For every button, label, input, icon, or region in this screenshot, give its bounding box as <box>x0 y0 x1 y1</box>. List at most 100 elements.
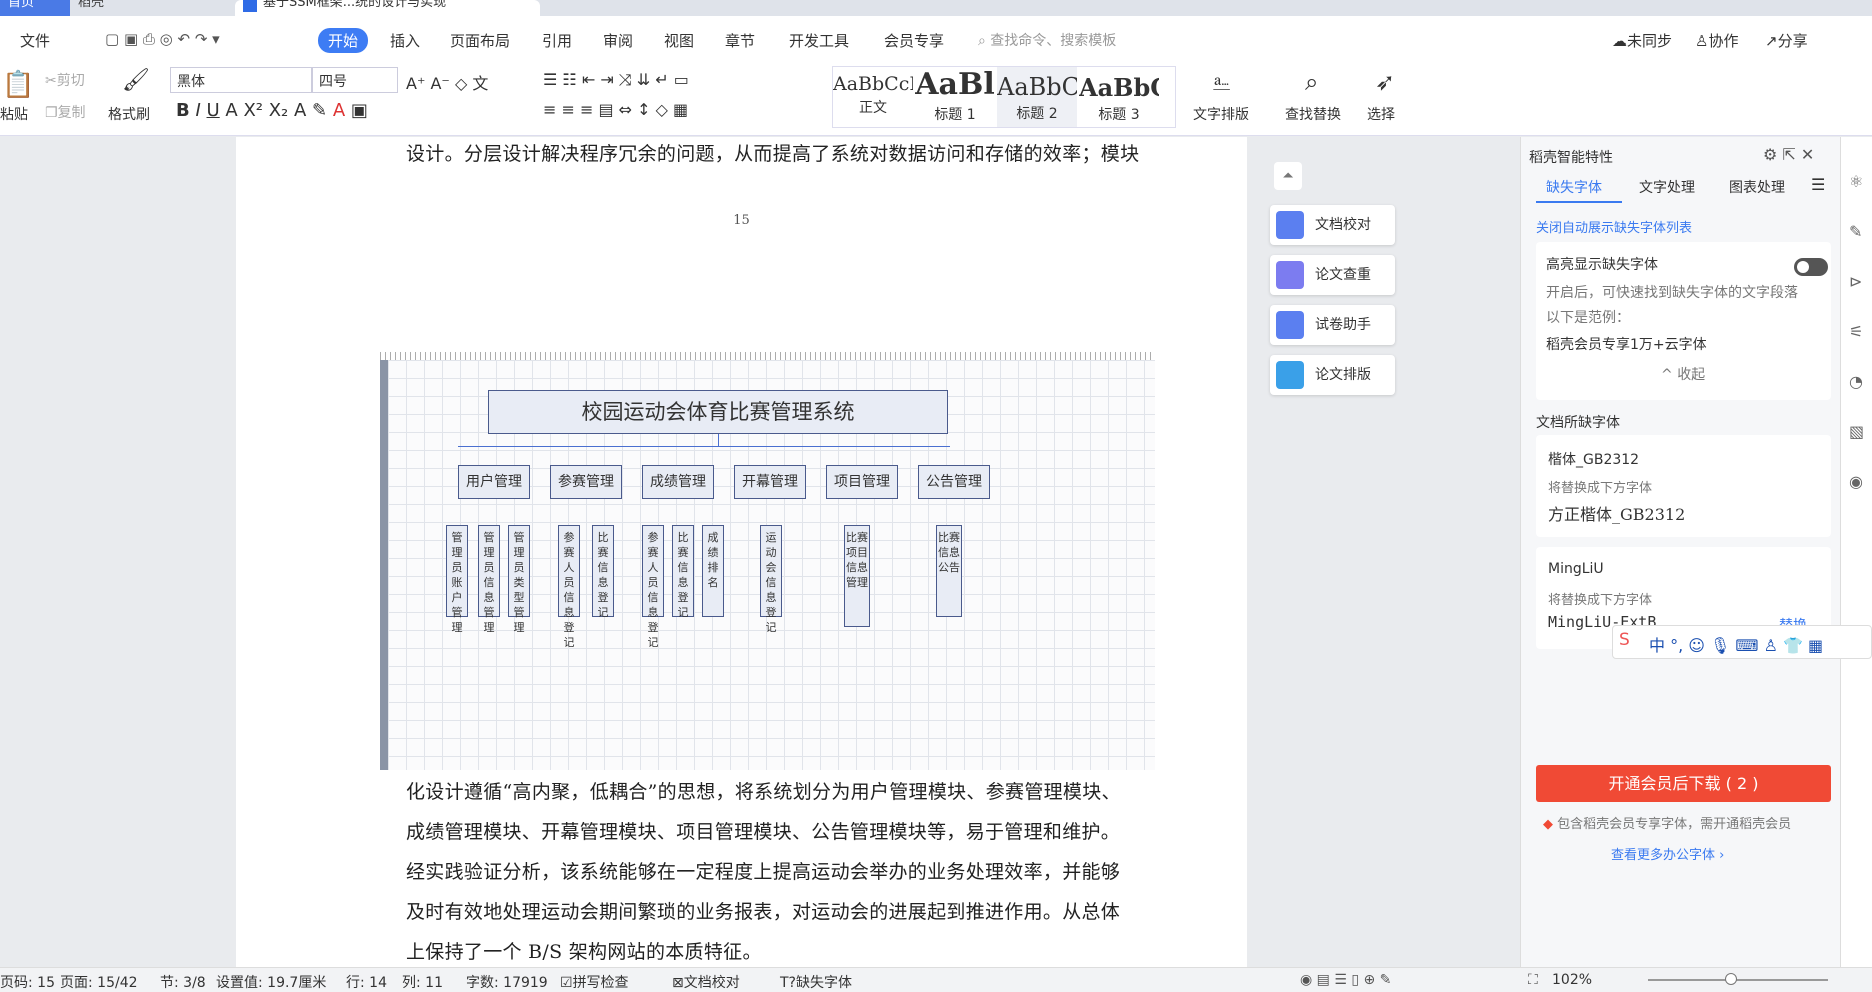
style-gallery: AaBbCcI 正文 AaBl 标题 1 AaBbC 标题 2 AaBbC 标题 3 <box>832 66 1176 128</box>
format-painter[interactable]: 格式刷 <box>108 104 150 124</box>
more-fonts-link[interactable]: 查看更多办公字体 › <box>1611 844 1724 863</box>
leaf-box[interactable]: 比赛信息公告 <box>936 525 962 617</box>
style-h2[interactable]: AaBbC 标题 2 <box>997 67 1077 127</box>
status-words[interactable]: 字数: 17919 <box>466 972 548 992</box>
menu-vip[interactable]: 会员专享 <box>884 30 944 51</box>
menu-layout[interactable]: 页面布局 <box>450 30 510 51</box>
menu-insert[interactable]: 插入 <box>390 30 420 51</box>
chevron-right-icon: › <box>1715 848 1725 863</box>
share-button[interactable]: ↗分享 <box>1765 30 1808 51</box>
search-command[interactable]: ⌕ 查找命令、搜索模板 <box>978 30 1116 50</box>
collapse-button[interactable]: ^ 收起 <box>1661 364 1705 384</box>
paste-button[interactable]: 粘贴 <box>0 104 28 124</box>
leaf-box[interactable]: 比赛信息登记 <box>592 525 614 619</box>
panel-title[interactable]: 稻壳智能特性 <box>1529 147 1613 167</box>
sidebar-icons[interactable]: ⚛ ✎ ⊳ ⚟ ◔ ▧ ◉ <box>1849 157 1864 507</box>
panel-window-icons[interactable]: ⚙ ⇱ ✕ <box>1763 145 1814 164</box>
menu-review[interactable]: 审阅 <box>603 30 633 51</box>
style-h1[interactable]: AaBl 标题 1 <box>915 67 995 127</box>
module-notice[interactable]: 公告管理 <box>918 465 990 499</box>
ime-tools[interactable]: 中 °, ☺ 🎙 ⌨ ♙ 👕 ▦ <box>1649 632 1823 656</box>
status-missing[interactable]: T?缺失字体 <box>780 972 852 992</box>
missing-label: 缺失字体 <box>795 975 852 991</box>
tab-document[interactable]: 基于SSM框架...统的设计与实现 <box>235 0 540 16</box>
tool-format[interactable]: 论文排版 <box>1270 355 1395 395</box>
paragraph-line: 设计。分层设计解决程序冗余的问题，从而提高了系统对数据访问和存储的效率；模块 <box>406 143 1140 165</box>
align-tools[interactable]: ≡ ≡ ≡ ▤ ⇔ ↕ ◇ ▦ <box>543 100 688 119</box>
module-score[interactable]: 成绩管理 <box>642 465 714 499</box>
unsync-button[interactable]: ☁未同步 <box>1612 30 1672 51</box>
tool-proofread[interactable]: 文档校对 <box>1270 205 1395 245</box>
cut-button[interactable]: ✂剪切 <box>45 70 85 90</box>
module-opening[interactable]: 开幕管理 <box>734 465 806 499</box>
close-auto-link[interactable]: 关闭自动展示缺失字体列表 <box>1536 217 1692 236</box>
menu-chapter[interactable]: 章节 <box>725 30 755 51</box>
style-h3[interactable]: AaBbC 标题 3 <box>1079 67 1159 127</box>
brush-icon[interactable]: 🖌 <box>122 68 150 93</box>
collab-button[interactable]: ♙协作 <box>1695 30 1738 51</box>
leaf-box[interactable]: 参赛人员信息登记 <box>642 525 664 649</box>
plagiarism-icon <box>1276 261 1304 289</box>
leaf-box[interactable]: 比赛信息登记 <box>672 525 694 619</box>
panel-tab-missing[interactable]: 缺失字体 <box>1546 177 1602 197</box>
leaf-box[interactable]: 比赛项目信息管理 <box>844 525 870 627</box>
tab-home[interactable]: 首页 <box>0 0 70 16</box>
list-tools[interactable]: ☰ ☷ ⇤ ⇥ ⤨ ⇊ ↵ ▭ <box>543 70 689 90</box>
zoom-slider[interactable] <box>1648 979 1828 981</box>
collapse-icon[interactable]: ⏶ <box>1274 162 1302 190</box>
module-project[interactable]: 项目管理 <box>826 465 898 499</box>
text-layout-button[interactable]: 文字排版 <box>1193 104 1249 124</box>
module-entry[interactable]: 参赛管理 <box>550 465 622 499</box>
status-proof[interactable]: ⊠文档校对 <box>672 972 740 992</box>
menu-file[interactable]: 文件 <box>20 30 50 51</box>
size-select[interactable]: 四号 <box>312 67 398 93</box>
menu-start[interactable]: 开始 <box>318 28 369 53</box>
vip-notice: ◆ 包含稻壳会员专享字体，需开通稻壳会员 <box>1543 813 1791 832</box>
style-normal[interactable]: AaBbCcI 正文 <box>833 67 913 127</box>
download-button[interactable]: 开通会员后下载 ( 2 ) <box>1536 765 1831 802</box>
menu-icon[interactable]: ☰ <box>1811 175 1825 194</box>
style-name: 标题 2 <box>1016 106 1058 122</box>
leaf-box[interactable]: 成绩排名 <box>702 525 724 617</box>
leaf-box[interactable]: 管理员信息管理 <box>478 525 500 634</box>
highlight-toggle[interactable] <box>1794 258 1828 276</box>
tab-daoke[interactable]: 稻壳 <box>70 0 230 16</box>
status-row: 行: 14 <box>346 975 387 991</box>
module-user[interactable]: 用户管理 <box>458 465 530 499</box>
magnifier-icon[interactable]: ⌕ <box>1305 68 1318 96</box>
style-name: 标题 3 <box>1098 107 1140 123</box>
style-name: 标题 1 <box>934 107 976 123</box>
select-button[interactable]: 选择 <box>1367 104 1395 124</box>
leaf-box[interactable]: 参赛人员信息登记 <box>558 525 580 649</box>
tool-exam[interactable]: 试卷助手 <box>1270 305 1395 345</box>
right-sidebar: ⚛ ✎ ⊳ ⚟ ◔ ▧ ◉ <box>1840 137 1872 967</box>
paste-icon[interactable]: 📋 <box>2 70 34 100</box>
leaf-box[interactable]: 运动会信息登记 <box>760 525 782 634</box>
text-layout-icon[interactable]: ⎁ <box>1212 68 1231 96</box>
view-mode-icons[interactable]: ◉ ▤ ☰ ▯ ⊕ ✎ <box>1300 972 1391 988</box>
leaf-box[interactable]: 管理员类型管理 <box>508 525 530 634</box>
status-page[interactable]: 页面: 15/42 <box>60 972 138 992</box>
font-select[interactable]: 黑体 <box>170 67 312 93</box>
copy-button[interactable]: ❐复制 <box>45 102 86 122</box>
leaf-box[interactable]: 管理员账户管理 <box>446 525 468 634</box>
font-tools[interactable]: A⁺ A⁻ ◇ 文 <box>406 70 488 94</box>
tool-plagiarism[interactable]: 论文查重 <box>1270 255 1395 295</box>
panel-tab-text[interactable]: 文字处理 <box>1639 177 1695 197</box>
panel-tab-chart[interactable]: 图表处理 <box>1729 177 1785 197</box>
status-spell[interactable]: ☑拼写检查 <box>560 972 629 992</box>
zoom-level[interactable]: 102% <box>1552 972 1592 988</box>
menu-reference[interactable]: 引用 <box>542 30 572 51</box>
chart-title-box[interactable]: 校园运动会体育比赛管理系统 <box>488 390 948 434</box>
tool-label: 文档校对 <box>1315 217 1371 233</box>
zoom-thumb[interactable] <box>1725 973 1737 985</box>
sogou-icon[interactable]: S <box>1619 630 1630 650</box>
cursor-icon[interactable]: ➶ <box>1375 68 1395 96</box>
fit-icon[interactable]: ⛶ <box>1528 972 1538 988</box>
menu-dev[interactable]: 开发工具 <box>789 30 849 51</box>
format-tools[interactable]: B I U A X² X₂ A ✎ A ▣ <box>176 100 368 121</box>
menu-view[interactable]: 视图 <box>664 30 694 51</box>
quick-toolbar-icons[interactable]: ▢ ▣ ⎙ ◎ ↶ ↷ ▾ <box>105 30 220 48</box>
font-card-1: 楷体_GB2312 将替换成下方字体 方正楷体_GB2312 <box>1536 435 1831 537</box>
find-replace-button[interactable]: 查找替换 <box>1285 104 1341 124</box>
